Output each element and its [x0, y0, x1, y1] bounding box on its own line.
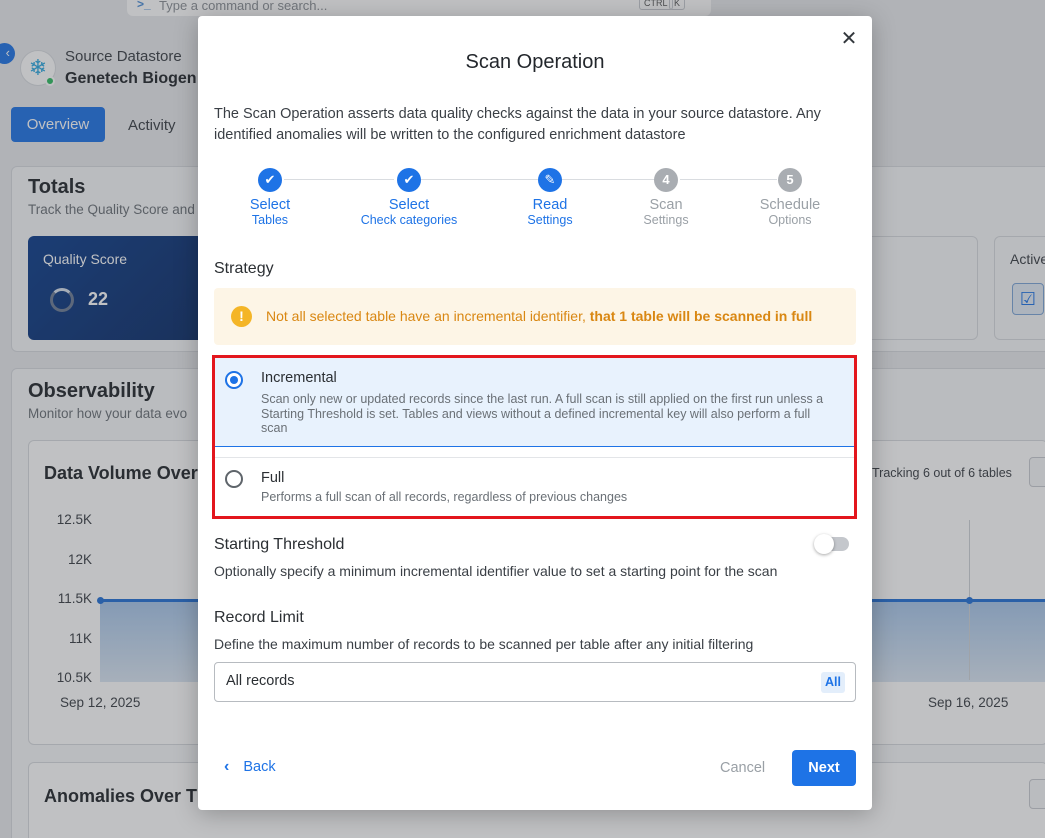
warning-text: Not all selected table have an increment… [266, 308, 812, 324]
step-select-tables[interactable]: ✔ Select Tables [210, 168, 330, 228]
strategy-option-full[interactable]: Full Performs a full scan of all records… [215, 457, 854, 516]
check-icon: ✔ [258, 168, 282, 192]
toggle-knob [814, 534, 834, 554]
step-title: Read [532, 197, 568, 213]
step-subtitle: Settings [527, 213, 573, 227]
pencil-icon: ✎ [538, 168, 562, 192]
strategy-option-incremental[interactable]: Incremental Scan only new or updated rec… [215, 358, 854, 447]
chevron-left-icon: ‹ [224, 758, 230, 775]
incremental-title: Incremental [261, 370, 337, 386]
dialog-title: Scan Operation [465, 51, 605, 73]
incremental-description: Scan only new or updated records since t… [261, 392, 824, 435]
step-title: Schedule [759, 197, 821, 213]
step-subtitle: Tables [251, 213, 289, 227]
next-button[interactable]: Next [792, 750, 856, 786]
starting-threshold-label: Starting Threshold [214, 536, 345, 553]
warning-message: Not all selected table have an increment… [266, 308, 590, 324]
cancel-button[interactable]: Cancel [720, 760, 765, 776]
dialog-description: The Scan Operation asserts data quality … [214, 106, 821, 143]
check-icon: ✔ [397, 168, 421, 192]
full-radio[interactable] [225, 470, 243, 488]
warning-icon: ! [231, 306, 252, 327]
back-label: Back [243, 759, 276, 775]
record-limit-field[interactable]: All [214, 662, 856, 702]
record-limit-label: Record Limit [214, 609, 304, 626]
incremental-radio[interactable] [225, 371, 243, 389]
step-title: Select [249, 197, 291, 213]
step-read-settings[interactable]: ✎ Read Settings [490, 168, 610, 228]
step-subtitle: Check categories [360, 213, 458, 227]
step-subtitle: Settings [643, 213, 689, 227]
warning-emphasis: that 1 table will be scanned in full [589, 308, 813, 324]
full-description: Performs a full scan of all records, reg… [261, 490, 628, 504]
step-subtitle: Options [768, 213, 812, 227]
step-number: 4 [654, 168, 678, 192]
record-limit-help: Define the maximum number of records to … [214, 636, 754, 652]
step-scan-settings: 4 Scan Settings [606, 168, 726, 228]
full-title: Full [261, 470, 285, 486]
incremental-warning: ! Not all selected table have an increme… [214, 288, 856, 345]
step-number: 5 [778, 168, 802, 192]
record-limit-input[interactable] [226, 673, 786, 689]
step-select-check-categories[interactable]: ✔ Select Check categories [348, 168, 470, 228]
step-title: Select [388, 197, 430, 213]
close-icon[interactable]: ✕ [838, 28, 860, 50]
back-button[interactable]: ‹ Back [224, 758, 276, 776]
step-title: Scan [649, 197, 683, 213]
step-schedule-options: 5 Schedule Options [730, 168, 850, 228]
starting-threshold-toggle[interactable] [814, 534, 849, 554]
strategy-options: Incremental Scan only new or updated rec… [212, 355, 857, 519]
strategy-label: Strategy [214, 260, 274, 277]
scan-operation-dialog: ✕ Scan Operation The Scan Operation asse… [198, 16, 872, 810]
record-limit-chip[interactable]: All [821, 672, 845, 693]
starting-threshold-help: Optionally specify a minimum incremental… [214, 563, 778, 579]
